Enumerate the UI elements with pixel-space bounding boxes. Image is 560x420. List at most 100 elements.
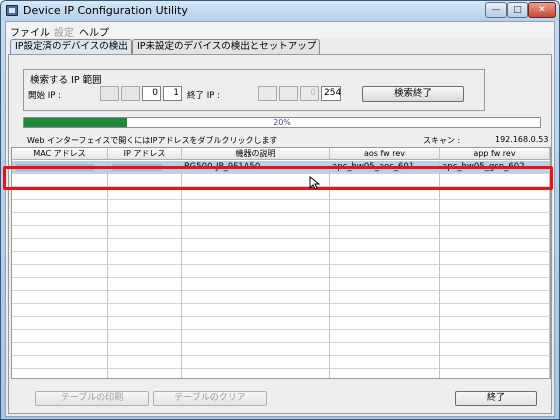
table-cell-empty: [12, 369, 108, 378]
table-cell-empty: [108, 200, 182, 213]
table-cell-empty: [182, 304, 330, 317]
maximize-button[interactable]: □: [507, 2, 528, 18]
table-cell-empty: [182, 356, 330, 369]
client-area: ファイル 設定 ヘルプ IP設定済のデバイスの検出 IP未設定のデバイスの検出と…: [5, 21, 555, 417]
table-row-empty: [12, 356, 550, 369]
table-cell-empty: [330, 213, 440, 226]
table-cell-empty: [440, 356, 550, 369]
table-row-selected[interactable]: BG500-JP_9F1A50 apc_hw05_aos_601 apc_hw0…: [12, 161, 550, 174]
table-row-empty: [12, 174, 550, 187]
table-cell-empty: [182, 343, 330, 356]
table-cell-empty: [108, 213, 182, 226]
tab-unconfigured-devices[interactable]: IP未設定のデバイスの検出とセットアップ: [132, 39, 320, 55]
table-row-empty: [12, 304, 550, 317]
column-mac-address[interactable]: MAC アドレス: [12, 148, 108, 160]
column-device-description[interactable]: 機器の説明: [182, 148, 330, 160]
table-row-empty: [12, 317, 550, 330]
table-cell-empty: [330, 187, 440, 200]
start-ip-octet-1[interactable]: [100, 86, 119, 101]
app-icon: [6, 5, 18, 16]
table-cell-empty: [330, 369, 440, 378]
end-ip-octet-2[interactable]: [279, 86, 298, 101]
table-header: MAC アドレス IP アドレス 機器の説明 aos fw rev app fw…: [12, 148, 550, 160]
end-ip-octet-3[interactable]: 0: [300, 86, 319, 101]
mouse-cursor-icon: [309, 176, 321, 190]
search-range-title: 検索する IP 範囲: [30, 75, 102, 86]
table-cell-empty: [440, 278, 550, 291]
table-cell-empty: [182, 291, 330, 304]
table-row-empty: [12, 187, 550, 200]
device-table[interactable]: MAC アドレス IP アドレス 機器の説明 aos fw rev app fw…: [11, 147, 551, 379]
table-cell-empty: [12, 304, 108, 317]
table-cell-empty: [108, 330, 182, 343]
table-row-empty: [12, 278, 550, 291]
redacted-ip-address: [112, 164, 162, 171]
table-row-empty: [12, 343, 550, 356]
menu-settings: 設定: [54, 28, 74, 39]
start-ip-octet-3[interactable]: 0: [142, 86, 161, 101]
table-cell-empty: [440, 226, 550, 239]
table-cell-empty: [12, 330, 108, 343]
table-cell-empty: [182, 187, 330, 200]
table-cell-empty: [12, 343, 108, 356]
title-bar[interactable]: Device IP Configuration Utility — □ ✕: [1, 1, 559, 21]
table-cell-empty: [12, 252, 108, 265]
table-cell-empty: [182, 174, 330, 187]
minimize-button[interactable]: —: [485, 2, 507, 18]
cell-aos-fw-rev: apc_hw05_aos_601: [330, 161, 440, 174]
progress-percent: 20%: [273, 118, 291, 127]
column-aos-fw-rev[interactable]: aos fw rev: [330, 148, 440, 160]
table-row-empty: [12, 252, 550, 265]
start-ip-octet-2[interactable]: [121, 86, 140, 101]
search-progress-bar: 20%: [23, 117, 541, 128]
table-cell-empty: [440, 213, 550, 226]
table-cell-empty: [108, 226, 182, 239]
table-cell-empty: [12, 226, 108, 239]
table-row-empty: [12, 239, 550, 252]
table-cell-empty: [12, 213, 108, 226]
double-click-hint: Web インターフェイスで開くにはIPアドレスをダブルクリックします: [27, 136, 278, 145]
table-cell-empty: [182, 213, 330, 226]
table-cell-empty: [440, 369, 550, 378]
table-cell-empty: [330, 317, 440, 330]
table-cell-empty: [12, 174, 108, 187]
column-app-fw-rev[interactable]: app fw rev: [440, 148, 550, 160]
exit-button[interactable]: 終了: [455, 391, 537, 406]
table-cell-empty: [108, 278, 182, 291]
cell-app-fw-rev: apc_hw05_gsn_602: [440, 161, 550, 174]
table-cell-empty: [12, 291, 108, 304]
table-cell-empty: [440, 200, 550, 213]
close-button[interactable]: ✕: [528, 2, 556, 18]
table-cell-empty: [108, 252, 182, 265]
table-cell-empty: [440, 265, 550, 278]
table-cell-empty: [12, 239, 108, 252]
table-cell-empty: [440, 187, 550, 200]
table-cell-empty: [12, 356, 108, 369]
redacted-mac-address: [16, 164, 94, 171]
table-cell-empty: [182, 239, 330, 252]
column-ip-address[interactable]: IP アドレス: [108, 148, 182, 160]
table-cell-empty: [12, 317, 108, 330]
end-ip-octet-1[interactable]: [258, 86, 277, 101]
table-cell-empty: [440, 291, 550, 304]
table-cell-empty: [330, 291, 440, 304]
start-ip-octet-4[interactable]: 1: [163, 86, 182, 101]
table-row-empty: [12, 369, 550, 378]
table-cell-empty: [330, 239, 440, 252]
clear-table-button: テーブルのクリア: [153, 391, 267, 406]
table-cell-empty: [182, 317, 330, 330]
table-cell-empty: [330, 330, 440, 343]
stop-search-button[interactable]: 検索終了: [362, 86, 464, 102]
table-cell-empty: [440, 304, 550, 317]
table-cell-empty: [182, 200, 330, 213]
table-cell-empty: [440, 239, 550, 252]
menu-help[interactable]: ヘルプ: [79, 24, 109, 39]
table-row-empty: [12, 265, 550, 278]
tab-configured-devices[interactable]: IP設定済のデバイスの検出: [10, 39, 132, 55]
table-cell-empty: [12, 265, 108, 278]
menu-file[interactable]: ファイル: [10, 24, 50, 39]
end-ip-octet-4[interactable]: 254: [321, 86, 341, 101]
table-row-empty: [12, 213, 550, 226]
start-ip-label: 開始 IP :: [28, 91, 61, 101]
table-cell-empty: [108, 291, 182, 304]
